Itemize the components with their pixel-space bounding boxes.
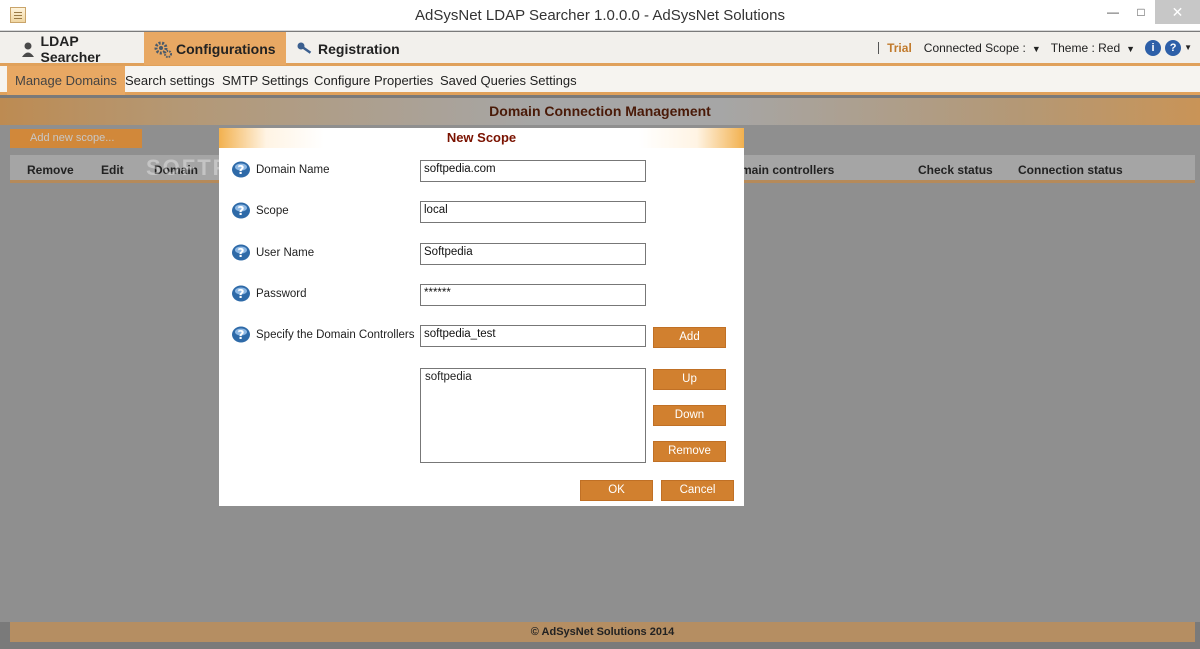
svg-text:?: ? [238,287,245,301]
domain-name-row: ? Domain Name softpedia.com [231,160,731,182]
chevron-down-icon: ▼ [1031,43,1041,54]
sub-menu: Manage Domains Search settings SMTP Sett… [0,66,1200,95]
menu-registration[interactable]: Registration [286,32,406,65]
remove-button[interactable]: Remove [653,441,726,462]
new-scope-dialog: New Scope ? Domain Name softpedia.com ? … [219,128,744,506]
help-icon[interactable]: ? [1165,39,1182,56]
list-item[interactable]: softpedia [425,371,641,383]
field-label: Specify the Domain Controllers [256,329,415,341]
svg-text:?: ? [238,204,245,218]
maximize-button[interactable]: □ [1127,0,1155,24]
submenu-configure-properties[interactable]: Configure Properties [306,66,441,95]
menu-label: Configurations [176,40,276,57]
scope-row: ? Scope local [231,201,731,223]
help-icon[interactable]: ? [231,326,251,343]
column-header[interactable]: main controllers [741,163,834,177]
close-button[interactable]: ✕ [1155,0,1200,24]
help-icon[interactable]: ? [231,161,251,178]
add-button[interactable]: Add [653,327,726,348]
down-button[interactable]: Down [653,405,726,426]
password-row: ? Password ****** [231,284,731,306]
domain-controllers-list[interactable]: softpedia [420,368,646,463]
svg-text:?: ? [238,328,245,342]
svg-text:?: ? [238,246,245,260]
help-icon[interactable]: ? [231,285,251,302]
key-icon [296,40,314,58]
column-header[interactable]: Remove [27,163,74,177]
chevron-down-icon[interactable]: ▼ [1184,43,1192,52]
menu-label: LDAP Searcher [40,32,101,65]
domain-controller-input[interactable]: softpedia_test [420,325,646,347]
window-title: AdSysNet LDAP Searcher 1.0.0.0 - AdSysNe… [415,7,785,24]
info-icon[interactable]: i [1145,39,1162,56]
connected-scope-dropdown[interactable]: Connected Scope : ▼ [924,41,1041,55]
help-icon[interactable]: ? [231,244,251,261]
up-button[interactable]: Up [653,369,726,390]
field-label: Password [256,288,307,300]
submenu-saved-queries-settings[interactable]: Saved Queries Settings [432,66,585,95]
column-header[interactable]: Edit [101,163,124,177]
help-icon[interactable]: ? [231,202,251,219]
column-header[interactable]: Connection status [1018,163,1123,177]
minimize-button[interactable]: — [1099,0,1127,24]
footer: © AdSysNet Solutions 2014 [10,622,1195,642]
domain-name-input[interactable]: softpedia.com [420,160,646,182]
separator [878,41,880,54]
user-icon [20,40,37,58]
dialog-title: New Scope [219,128,744,148]
section-title: Domain Connection Management [0,98,1200,125]
status-area: Trial Connected Scope : ▼ Theme : Red ▼ i … [878,32,1200,63]
gears-icon [154,40,172,58]
menu-label: Registration [318,40,400,57]
trial-label: Trial [887,40,912,55]
field-label: Scope [256,205,289,217]
menu-configurations[interactable]: Configurations [144,32,286,65]
submenu-manage-domains[interactable]: Manage Domains [7,66,125,95]
add-new-scope-button[interactable]: Add new scope... [10,129,142,148]
svg-text:?: ? [238,163,245,177]
submenu-smtp-settings[interactable]: SMTP Settings [214,66,316,95]
field-label: Domain Name [256,164,330,176]
menu-ldap-searcher[interactable]: LDAP Searcher [10,32,144,65]
title-bar: AdSysNet LDAP Searcher 1.0.0.0 - AdSysNe… [0,0,1200,31]
password-input[interactable]: ****** [420,284,646,306]
theme-dropdown[interactable]: Theme : Red ▼ [1051,41,1135,55]
column-header[interactable]: Check status [918,163,993,177]
main-menu: LDAP Searcher Configurations Registratio… [0,32,1200,66]
chevron-down-icon: ▼ [1126,43,1136,54]
user-name-row: ? User Name Softpedia [231,243,731,265]
cancel-button[interactable]: Cancel [661,480,734,501]
submenu-search-settings[interactable]: Search settings [117,66,223,95]
field-label: User Name [256,247,315,259]
ok-button[interactable]: OK [580,480,653,501]
scope-input[interactable]: local [420,201,646,223]
user-name-input[interactable]: Softpedia [420,243,646,265]
window-controls: — □ ✕ [1099,0,1200,24]
